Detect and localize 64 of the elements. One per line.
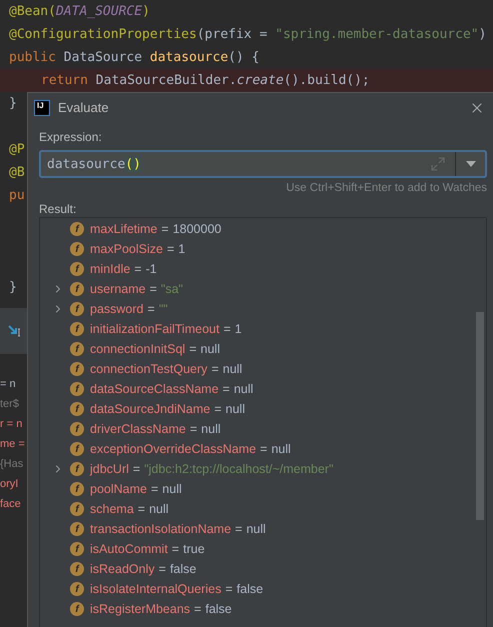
code-line: public DataSource datasource() { — [8, 49, 260, 67]
variable-fragment: face — [0, 498, 21, 510]
tree-item[interactable]: maxPoolSize = 1 — [90, 242, 186, 256]
tree-item[interactable]: dataSourceClassName = null — [90, 382, 254, 396]
field-icon: f — [70, 442, 84, 456]
code-fragment: @P — [9, 142, 25, 157]
field-icon: f — [70, 282, 84, 296]
app-logo: IJ — [34, 100, 50, 116]
field-icon: f — [70, 562, 84, 576]
arrow-icon[interactable] — [8, 325, 21, 337]
variable-fragment: oryI — [0, 478, 18, 490]
variable-fragment: ter$ — [0, 398, 19, 410]
expression-label: Expression: — [39, 130, 103, 144]
field-icon: f — [70, 582, 84, 596]
tree-item[interactable]: isAutoCommit = true — [90, 542, 205, 556]
tree-item[interactable]: username = "sa" — [90, 282, 183, 296]
variable-fragment: {Has — [0, 458, 24, 470]
field-icon: f — [70, 262, 84, 276]
tree-item[interactable]: schema = null — [90, 502, 169, 516]
field-icon: f — [70, 462, 84, 476]
tree-item[interactable]: maxLifetime = 1800000 — [90, 222, 222, 236]
variable-fragment: r = n — [0, 418, 22, 430]
expression-field[interactable]: datasource() — [39, 150, 487, 178]
field-icon: f — [70, 402, 84, 416]
tree-item[interactable]: minIdle = -1 — [90, 262, 157, 276]
field-icon: f — [70, 322, 84, 336]
scrollbar-thumb[interactable] — [476, 312, 484, 520]
tree-item[interactable]: initializationFailTimeout = 1 — [90, 322, 242, 336]
code-line: @ConfigurationProperties(prefix = "spring.member-datasource") — [8, 26, 488, 44]
field-icon: f — [70, 342, 84, 356]
tree-item[interactable]: jdbcUrl = "jdbc:h2:tcp://localhost/~/member" — [90, 462, 334, 476]
code-fragment: pu — [9, 188, 25, 203]
field-icon: f — [70, 422, 84, 436]
tree-item[interactable]: dataSourceJndiName = null — [90, 402, 245, 416]
field-icon: f — [70, 522, 84, 536]
field-icon: f — [70, 242, 84, 256]
tree-item[interactable]: transactionIsolationName = null — [90, 522, 266, 536]
variable-fragment: = n — [0, 378, 16, 390]
hint-text: Use Ctrl+Shift+Enter to add to Watches — [286, 182, 487, 194]
tree-item[interactable]: isIsolateInternalQueries = false — [90, 582, 264, 596]
field-icon: f — [70, 362, 84, 376]
dialog-title: Evaluate — [58, 100, 110, 115]
variable-fragment: me = — [0, 438, 25, 450]
code-fragment: } — [9, 96, 17, 111]
result-label: Result: — [39, 202, 78, 216]
tree-item[interactable]: isReadOnly = false — [90, 562, 196, 576]
code-fragment: } — [9, 280, 17, 295]
tree-item[interactable]: poolName = null — [90, 482, 182, 496]
field-icon: f — [70, 502, 84, 516]
field-icon: f — [70, 382, 84, 396]
code-fragment: @B — [9, 165, 25, 180]
field-icon: f — [70, 302, 84, 316]
field-icon: f — [70, 482, 84, 496]
tree-item[interactable]: password = "" — [90, 302, 168, 316]
tree-item[interactable]: connectionTestQuery = null — [90, 362, 242, 376]
field-icon: f — [70, 542, 84, 556]
tree-item[interactable]: isRegisterMbeans = false — [90, 602, 232, 616]
field-icon: f — [70, 222, 84, 236]
tree-item[interactable]: connectionInitSql = null — [90, 342, 220, 356]
code-line: @Bean(DATA_SOURCE) — [8, 3, 151, 21]
caret-icon — [466, 161, 476, 167]
field-icon: f — [70, 602, 84, 616]
tree-item[interactable]: driverClassName = null — [90, 422, 221, 436]
tree-item[interactable]: exceptionOverrideClassName = null — [90, 442, 291, 456]
